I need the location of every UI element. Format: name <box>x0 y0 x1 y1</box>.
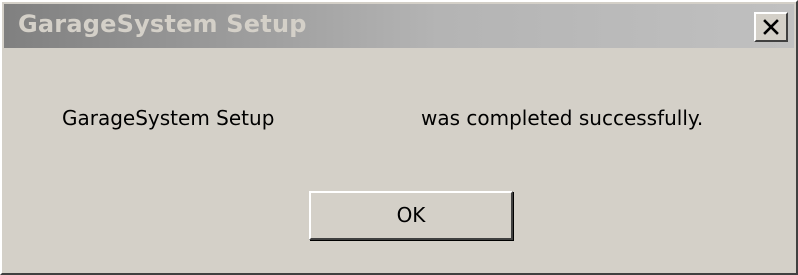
message-text: was completed successfully. <box>421 106 704 130</box>
close-button[interactable] <box>754 12 788 42</box>
setup-complete-dialog: GarageSystem Setup GarageSystem Setup wa… <box>0 0 798 275</box>
message-app-name: GarageSystem Setup <box>62 106 275 130</box>
close-icon <box>763 19 779 35</box>
ok-button[interactable]: OK <box>309 191 513 240</box>
title-bar[interactable]: GarageSystem Setup <box>4 4 794 48</box>
window-title: GarageSystem Setup <box>18 10 307 38</box>
